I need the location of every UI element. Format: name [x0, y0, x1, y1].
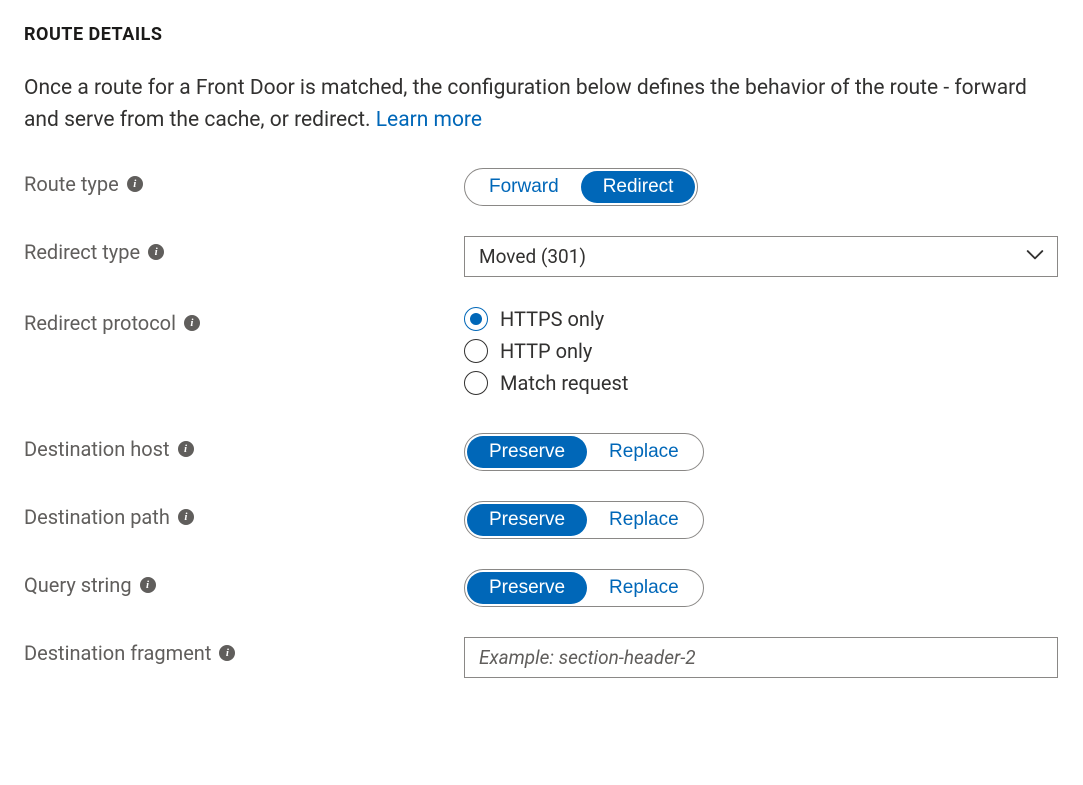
- query-string-preserve-option[interactable]: Preserve: [467, 572, 587, 604]
- redirect-type-label: Redirect type i: [24, 236, 464, 264]
- radio-label: HTTPS only: [500, 307, 604, 331]
- redirect-protocol-control: HTTPS only HTTP only Match request: [464, 307, 1059, 403]
- destination-path-label-text: Destination path: [24, 505, 170, 529]
- query-string-replace-option[interactable]: Replace: [587, 572, 701, 604]
- destination-host-toggle: Preserve Replace: [464, 433, 704, 471]
- destination-fragment-row: Destination fragment i: [24, 637, 1059, 678]
- info-icon[interactable]: i: [140, 577, 156, 593]
- query-string-toggle: Preserve Replace: [464, 569, 704, 607]
- info-icon[interactable]: i: [184, 315, 200, 331]
- destination-path-label: Destination path i: [24, 501, 464, 529]
- description-text: Once a route for a Front Door is matched…: [24, 73, 1044, 136]
- redirect-protocol-label-text: Redirect protocol: [24, 311, 176, 335]
- description-body: Once a route for a Front Door is matched…: [24, 76, 1027, 132]
- destination-path-preserve-option[interactable]: Preserve: [467, 504, 587, 536]
- redirect-protocol-https-only[interactable]: HTTPS only: [464, 307, 1059, 331]
- destination-host-replace-option[interactable]: Replace: [587, 436, 701, 468]
- destination-host-control: Preserve Replace: [464, 433, 1059, 471]
- route-type-label-text: Route type: [24, 172, 119, 196]
- destination-host-row: Destination host i Preserve Replace: [24, 433, 1059, 471]
- info-icon[interactable]: i: [127, 176, 143, 192]
- destination-fragment-control: [464, 637, 1059, 678]
- destination-path-replace-option[interactable]: Replace: [587, 504, 701, 536]
- route-type-redirect-option[interactable]: Redirect: [581, 171, 696, 203]
- redirect-type-label-text: Redirect type: [24, 240, 140, 264]
- destination-fragment-input[interactable]: [464, 637, 1058, 678]
- query-string-row: Query string i Preserve Replace: [24, 569, 1059, 607]
- info-icon[interactable]: i: [219, 645, 235, 661]
- info-icon[interactable]: i: [178, 509, 194, 525]
- radio-label: Match request: [500, 371, 628, 395]
- query-string-control: Preserve Replace: [464, 569, 1059, 607]
- radio-icon: [464, 307, 488, 331]
- radio-icon: [464, 339, 488, 363]
- redirect-protocol-radio-group: HTTPS only HTTP only Match request: [464, 307, 1059, 395]
- redirect-protocol-http-only[interactable]: HTTP only: [464, 339, 1059, 363]
- learn-more-link[interactable]: Learn more: [376, 108, 482, 132]
- redirect-type-select[interactable]: Moved (301): [464, 236, 1058, 277]
- destination-host-label-text: Destination host: [24, 437, 170, 461]
- query-string-label: Query string i: [24, 569, 464, 597]
- radio-icon: [464, 371, 488, 395]
- route-type-control: Forward Redirect: [464, 168, 1059, 206]
- redirect-protocol-match-request[interactable]: Match request: [464, 371, 1059, 395]
- destination-fragment-label-text: Destination fragment: [24, 641, 211, 665]
- destination-path-toggle: Preserve Replace: [464, 501, 704, 539]
- info-icon[interactable]: i: [178, 441, 194, 457]
- route-type-toggle: Forward Redirect: [464, 168, 698, 206]
- destination-host-preserve-option[interactable]: Preserve: [467, 436, 587, 468]
- redirect-type-control: Moved (301): [464, 236, 1059, 277]
- destination-host-label: Destination host i: [24, 433, 464, 461]
- destination-fragment-label: Destination fragment i: [24, 637, 464, 665]
- route-type-row: Route type i Forward Redirect: [24, 168, 1059, 206]
- destination-path-row: Destination path i Preserve Replace: [24, 501, 1059, 539]
- redirect-type-select-wrap: Moved (301): [464, 236, 1058, 277]
- section-header: ROUTE DETAILS: [24, 24, 1059, 45]
- route-type-forward-option[interactable]: Forward: [467, 171, 581, 203]
- destination-path-control: Preserve Replace: [464, 501, 1059, 539]
- redirect-protocol-label: Redirect protocol i: [24, 307, 464, 335]
- info-icon[interactable]: i: [148, 244, 164, 260]
- route-type-label: Route type i: [24, 168, 464, 196]
- redirect-type-row: Redirect type i Moved (301): [24, 236, 1059, 277]
- radio-label: HTTP only: [500, 339, 592, 363]
- query-string-label-text: Query string: [24, 573, 132, 597]
- redirect-protocol-row: Redirect protocol i HTTPS only HTTP only…: [24, 307, 1059, 403]
